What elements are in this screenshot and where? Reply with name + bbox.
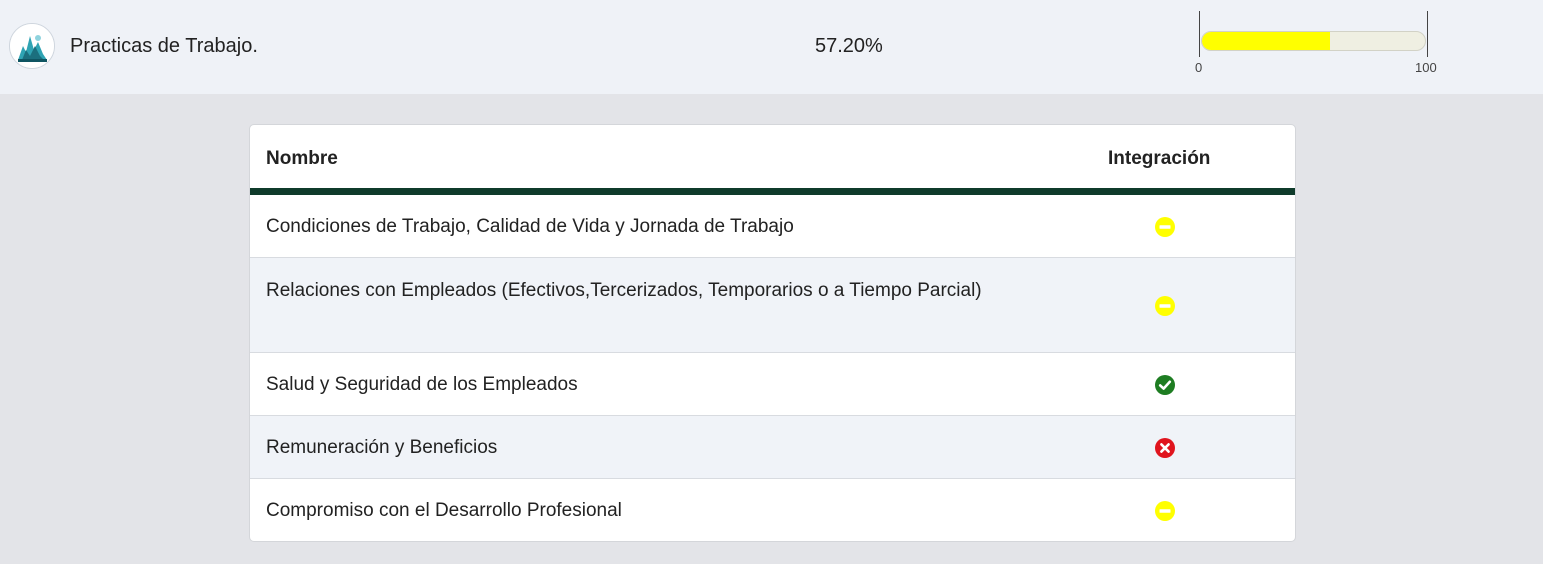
progress-fill <box>1202 32 1330 50</box>
forest-landscape-avatar-icon <box>9 23 55 69</box>
table-row: Salud y Seguridad de los Empleados <box>250 353 1295 416</box>
integration-table: Nombre Integración Condiciones de Trabaj… <box>249 124 1296 542</box>
row-name: Relaciones con Empleados (Efectivos,Terc… <box>266 279 982 301</box>
row-name: Remuneración y Beneficios <box>266 437 498 458</box>
check-circle-icon <box>1155 374 1175 395</box>
row-name: Compromiso con el Desarrollo Profesional <box>266 500 622 521</box>
x-circle-icon <box>1155 437 1175 458</box>
row-name: Condiciones de Trabajo, Calidad de Vida … <box>266 216 794 237</box>
table-header: Nombre Integración <box>250 125 1295 195</box>
minus-circle-icon <box>1155 216 1175 237</box>
table-row: Relaciones con Empleados (Efectivos,Terc… <box>250 258 1295 353</box>
minus-circle-icon <box>1155 500 1175 521</box>
table-body: Condiciones de Trabajo, Calidad de Vida … <box>250 195 1295 541</box>
progress-min-label: 0 <box>1195 60 1203 75</box>
table-row: Remuneración y Beneficios <box>250 416 1295 479</box>
row-name: Salud y Seguridad de los Empleados <box>266 374 578 395</box>
table-row: Condiciones de Trabajo, Calidad de Vida … <box>250 195 1295 258</box>
column-header-integracion: Integración <box>1108 148 1211 169</box>
percent-value: 57.20% <box>815 35 883 57</box>
progress-max-label: 100 <box>1415 60 1437 75</box>
table-row: Compromiso con el Desarrollo Profesional <box>250 479 1295 541</box>
section-header: Practicas de Trabajo. 57.20% 0 100 <box>0 0 1543 94</box>
progress-gauge: 0 100 <box>1195 11 1437 81</box>
progress-max-tick <box>1427 11 1428 57</box>
progress-min-tick <box>1199 11 1200 57</box>
column-header-nombre: Nombre <box>266 148 338 169</box>
minus-circle-icon <box>1155 295 1175 316</box>
section-title: Practicas de Trabajo. <box>70 35 258 57</box>
progress-track <box>1201 31 1426 51</box>
